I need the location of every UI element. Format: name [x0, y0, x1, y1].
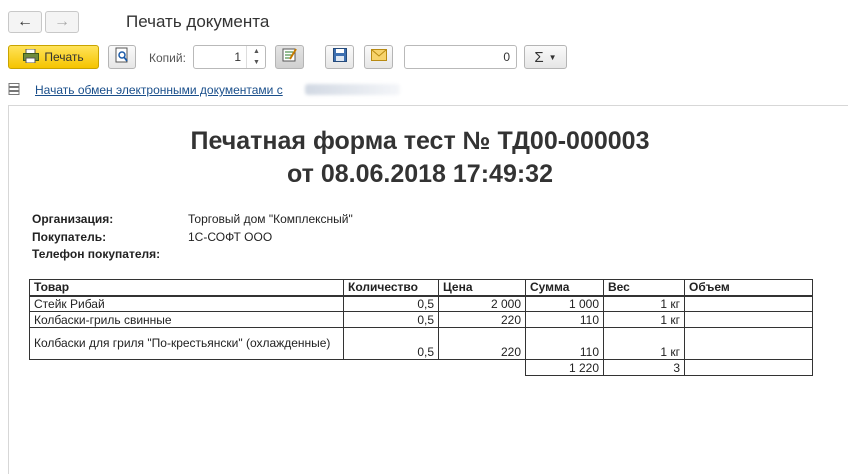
print-button[interactable]: Печать — [8, 45, 99, 69]
cell-product: Стейк Рибай — [29, 295, 344, 312]
col-header-product: Товар — [29, 279, 344, 297]
col-header-sum: Сумма — [525, 279, 604, 297]
buyer-value: 1С-СОФТ ООО — [188, 230, 273, 244]
edit-document-icon — [282, 47, 298, 68]
chevron-down-icon: ▼ — [548, 52, 557, 62]
copies-stepper[interactable]: ▲ ▼ — [246, 46, 266, 68]
sum-counter-value: 0 — [503, 50, 510, 64]
print-button-label: Печать — [44, 50, 84, 64]
cell-quantity: 0,5 — [343, 295, 439, 312]
copies-label: Копий: — [149, 51, 186, 65]
cell-volume — [684, 311, 813, 328]
table-row: Колбаски-гриль свинные 0,5 220 110 1 кг — [29, 311, 813, 328]
cell-weight: 1 кг — [603, 327, 685, 360]
preview-button[interactable] — [108, 45, 136, 69]
edoc-exchange-icon — [8, 82, 22, 100]
cell-price: 2 000 — [438, 295, 526, 312]
arrow-left-icon: ← — [17, 13, 33, 30]
redacted-counterparty — [305, 84, 400, 95]
envelope-icon — [370, 48, 387, 66]
cell-product: Колбаски-гриль свинные — [29, 311, 344, 328]
sigma-icon: Σ — [534, 48, 544, 66]
cell-sum: 110 — [525, 311, 604, 328]
forward-button[interactable]: → — [45, 11, 79, 33]
cell-weight: 1 кг — [603, 311, 685, 328]
col-header-weight: Вес — [603, 279, 685, 297]
cell-volume — [684, 295, 813, 312]
window-title: Печать документа — [126, 12, 270, 31]
cell-sum: 110 — [525, 327, 604, 360]
edit-toggle-button[interactable] — [275, 45, 304, 69]
save-button[interactable] — [325, 45, 354, 69]
stepper-up-icon[interactable]: ▲ — [247, 46, 266, 57]
cell-product: Колбаски для гриля "По-крестьянски" (охл… — [29, 327, 344, 360]
col-header-quantity: Количество — [343, 279, 439, 297]
cell-volume — [684, 327, 813, 360]
buyer-label: Покупатель: — [32, 230, 107, 244]
table-header-row: Товар Количество Цена Сумма Вес Объем — [29, 279, 813, 297]
total-volume — [684, 359, 813, 376]
arrow-right-icon: → — [54, 13, 70, 30]
org-label: Организация: — [32, 212, 114, 226]
floppy-disk-icon — [332, 47, 347, 67]
col-header-price: Цена — [438, 279, 526, 297]
goods-table: Товар Количество Цена Сумма Вес Объем Ст… — [29, 279, 813, 376]
table-row: Колбаски для гриля "По-крестьянски" (охл… — [29, 327, 813, 360]
cell-quantity: 0,5 — [343, 311, 439, 328]
table-row: Стейк Рибай 0,5 2 000 1 000 1 кг — [29, 295, 813, 312]
document-date: от 08.06.2018 17:49:32 — [287, 160, 553, 188]
document-title: Печатная форма тест № ТД00-000003 — [190, 127, 650, 155]
printer-icon — [23, 48, 40, 66]
table-totals-row: 1 220 3 — [30, 359, 813, 376]
total-sum: 1 220 — [525, 359, 604, 376]
page-preview-icon — [115, 47, 129, 68]
send-email-button[interactable] — [364, 45, 393, 69]
back-button[interactable]: ← — [8, 11, 42, 33]
sum-menu-button[interactable]: Σ ▼ — [524, 45, 567, 69]
col-header-volume: Объем — [684, 279, 813, 297]
sum-counter-field[interactable]: 0 — [404, 45, 517, 69]
cell-sum: 1 000 — [525, 295, 604, 312]
org-value: Торговый дом "Комплексный" — [188, 212, 353, 226]
cell-quantity: 0,5 — [343, 327, 439, 360]
stepper-down-icon[interactable]: ▼ — [247, 57, 266, 68]
phone-label: Телефон покупателя: — [32, 247, 161, 261]
copies-value: 1 — [234, 50, 241, 64]
cell-price: 220 — [438, 327, 526, 360]
cell-price: 220 — [438, 311, 526, 328]
total-weight: 3 — [603, 359, 685, 376]
start-edoc-exchange-link[interactable]: Начать обмен электронными документами с — [35, 83, 283, 97]
cell-weight: 1 кг — [603, 295, 685, 312]
